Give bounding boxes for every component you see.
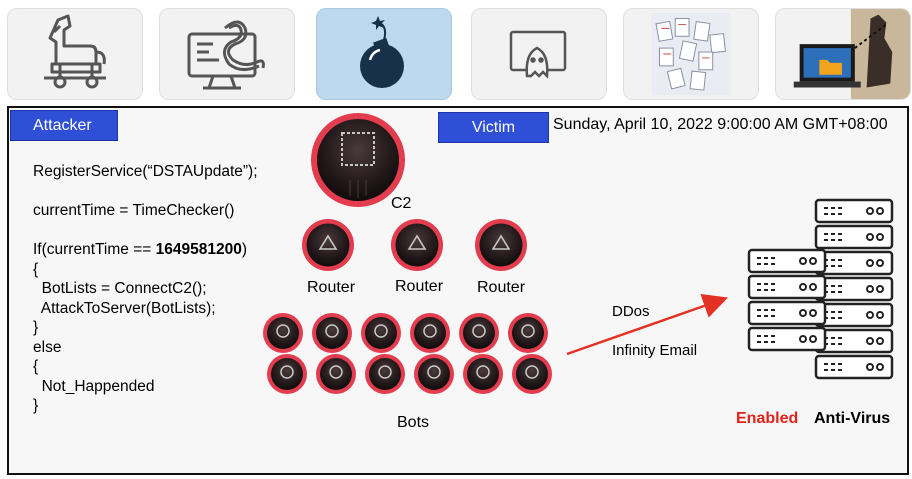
attacker-tag: Attacker xyxy=(10,110,118,141)
code-line: RegisterService(“DSTAUpdate”); xyxy=(33,163,258,180)
bot-node xyxy=(414,354,454,394)
tile-logic-bomb[interactable] xyxy=(316,8,452,100)
antivirus-label: Anti-Virus xyxy=(814,410,891,427)
malware-code-block: RegisterService(“DSTAUpdate”); currentTi… xyxy=(33,162,258,416)
code-line: } xyxy=(33,319,39,336)
attack-type-ddos: DDos xyxy=(612,303,650,320)
router-label: Router xyxy=(395,278,444,295)
bot-node xyxy=(508,313,548,353)
router-node xyxy=(475,219,527,271)
code-line: currentTime = TimeChecker() xyxy=(33,202,235,219)
bot-node xyxy=(316,354,356,394)
bomb-icon xyxy=(360,16,404,88)
code-line: Not_Happended xyxy=(33,377,155,395)
c2-server-node xyxy=(311,113,405,207)
bot-node xyxy=(263,313,303,353)
code-line: else xyxy=(33,338,62,356)
bot-node xyxy=(312,313,352,353)
code-line: { xyxy=(33,358,39,375)
victim-tag: Victim xyxy=(438,112,549,143)
tile-worm[interactable] xyxy=(159,8,295,100)
code-line: BotLists = ConnectC2(); xyxy=(33,280,207,297)
hacker-laptop-icon xyxy=(793,9,910,99)
router-node xyxy=(302,219,354,271)
bots-grid xyxy=(263,313,552,394)
attack-datetime: Sunday, April 10, 2022 9:00:00 AM GMT+08… xyxy=(553,116,888,133)
code-line: ) xyxy=(241,241,247,258)
router-node xyxy=(391,219,443,271)
trigger-timestamp: 1649581200 xyxy=(155,241,242,258)
ghost-screen-icon xyxy=(509,30,567,79)
attack-type-email: Infinity Email xyxy=(612,342,698,359)
tile-documents[interactable] xyxy=(623,8,759,100)
bot-node xyxy=(459,313,499,353)
bot-node xyxy=(267,354,307,394)
trojan-horse-icon xyxy=(44,14,106,89)
tile-trojan[interactable] xyxy=(7,8,143,100)
bot-node xyxy=(512,354,552,394)
attack-slide: Attacker Victim Sunday, April 10, 2022 9… xyxy=(7,106,909,475)
bot-node xyxy=(410,313,450,353)
code-line: AttackToServer(BotLists); xyxy=(33,299,216,317)
code-line: { xyxy=(33,260,39,278)
bot-node xyxy=(463,354,503,394)
router-label: Router xyxy=(477,279,526,296)
tile-ghost[interactable] xyxy=(471,8,607,100)
slide-thumbnail-strip xyxy=(0,0,912,104)
c2-label: C2 xyxy=(391,195,412,212)
bot-node xyxy=(361,313,401,353)
router-label: Router xyxy=(307,279,356,296)
enabled-status: Enabled xyxy=(736,410,799,427)
tile-hacker[interactable] xyxy=(775,8,911,100)
documents-pile-icon xyxy=(651,12,731,96)
bots-label: Bots xyxy=(397,414,430,431)
bot-node xyxy=(365,354,405,394)
code-line: } xyxy=(33,397,39,414)
computer-worm-icon xyxy=(187,20,265,90)
code-line: If(currentTime == xyxy=(33,241,156,258)
